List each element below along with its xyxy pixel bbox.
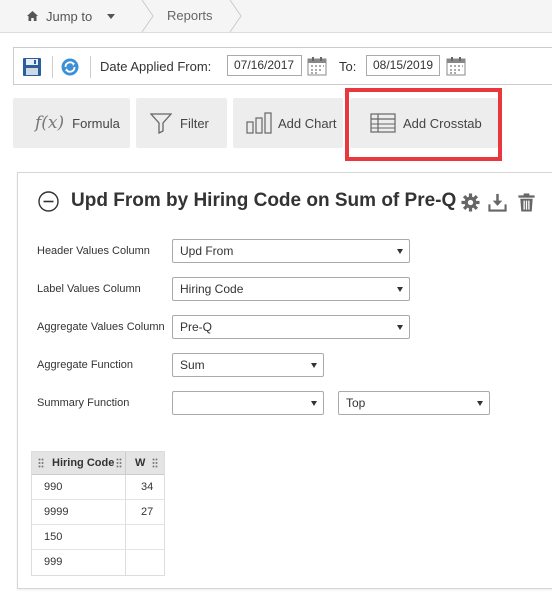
add-chart-button[interactable]: Add Chart bbox=[233, 98, 343, 148]
chevron-down-icon bbox=[107, 13, 116, 19]
column-header-label: W bbox=[135, 457, 146, 469]
highlight-box bbox=[345, 88, 502, 161]
chevron-down-icon bbox=[477, 401, 483, 406]
jump-to-label: Jump to bbox=[46, 8, 93, 24]
table-row: 9999 27 bbox=[32, 500, 164, 525]
download-icon[interactable] bbox=[488, 193, 507, 212]
jump-to-dropdown[interactable]: Jump to bbox=[0, 0, 142, 32]
column-header-w[interactable]: W bbox=[126, 452, 164, 474]
crosstab-grid: Hiring Code W 990 34 9999 27 150 999 bbox=[31, 451, 165, 576]
aggregate-function-value: Sum bbox=[180, 358, 205, 372]
aggregate-values-label: Aggregate Values Column bbox=[37, 321, 165, 333]
refresh-icon[interactable] bbox=[61, 58, 79, 76]
filter-label: Filter bbox=[180, 115, 209, 131]
drag-handle-icon[interactable] bbox=[116, 458, 122, 468]
chevron-down-icon bbox=[311, 363, 317, 368]
panel-title: Upd From by Hiring Code on Sum of Pre-Q bbox=[71, 190, 457, 211]
grid-header: Hiring Code W bbox=[32, 452, 164, 475]
collapse-icon[interactable] bbox=[38, 191, 59, 212]
table-cell bbox=[126, 550, 164, 575]
breadcrumb-separator bbox=[141, 0, 154, 32]
chevron-down-icon bbox=[397, 287, 403, 292]
drag-handle-icon[interactable] bbox=[38, 458, 44, 468]
date-to-input[interactable]: 08/15/2019 bbox=[366, 55, 440, 76]
breadcrumb-separator bbox=[229, 0, 242, 32]
table-row: 990 34 bbox=[32, 475, 164, 500]
home-icon bbox=[27, 11, 38, 21]
date-from-label: Date Applied From: bbox=[100, 59, 212, 74]
summary-position-value: Top bbox=[346, 396, 366, 410]
breadcrumb-reports[interactable]: Reports bbox=[167, 0, 213, 32]
chevron-down-icon bbox=[397, 325, 403, 330]
formula-button[interactable]: f(x) Formula bbox=[13, 98, 130, 148]
table-cell: 150 bbox=[32, 525, 126, 549]
filter-icon bbox=[150, 113, 172, 134]
table-cell bbox=[126, 525, 164, 549]
gear-icon[interactable] bbox=[461, 193, 480, 212]
chevron-down-icon bbox=[311, 401, 317, 406]
date-from-input[interactable]: 07/16/2017 bbox=[227, 55, 302, 76]
function-icon: f(x) bbox=[35, 113, 65, 133]
date-to-label: To: bbox=[339, 59, 357, 74]
aggregate-function-label: Aggregate Function bbox=[37, 359, 134, 371]
summary-function-label: Summary Function bbox=[37, 397, 130, 409]
table-cell: 34 bbox=[141, 481, 154, 493]
label-values-label: Label Values Column bbox=[37, 283, 141, 295]
header-values-select[interactable]: Upd From bbox=[172, 239, 410, 263]
toolbar-divider bbox=[90, 56, 91, 78]
calendar-icon[interactable] bbox=[446, 56, 466, 76]
summary-function-select[interactable] bbox=[172, 391, 324, 415]
label-values-value: Hiring Code bbox=[180, 282, 244, 296]
header-values-label: Header Values Column bbox=[37, 245, 150, 257]
bar-chart-icon bbox=[246, 112, 272, 134]
column-header-label: Hiring Code bbox=[52, 457, 115, 469]
label-values-select[interactable]: Hiring Code bbox=[172, 277, 410, 301]
add-chart-label: Add Chart bbox=[278, 115, 337, 131]
table-row: 999 bbox=[32, 550, 164, 575]
filter-button[interactable]: Filter bbox=[136, 98, 227, 148]
summary-position-select[interactable]: Top bbox=[338, 391, 490, 415]
aggregate-function-select[interactable]: Sum bbox=[172, 353, 324, 377]
header-values-value: Upd From bbox=[180, 244, 234, 258]
trash-icon[interactable] bbox=[517, 193, 536, 212]
table-cell: 990 bbox=[32, 475, 126, 499]
formula-label: Formula bbox=[72, 115, 120, 131]
save-icon[interactable] bbox=[23, 58, 41, 76]
breadcrumb: Jump to Reports bbox=[0, 0, 552, 33]
toolbar-divider bbox=[52, 56, 53, 78]
aggregate-values-select[interactable]: Pre-Q bbox=[172, 315, 410, 339]
aggregate-values-value: Pre-Q bbox=[180, 320, 213, 334]
table-cell: 27 bbox=[141, 506, 154, 518]
table-row: 150 bbox=[32, 525, 164, 550]
table-cell: 999 bbox=[32, 550, 126, 575]
table-cell: 9999 bbox=[32, 500, 126, 524]
drag-handle-icon[interactable] bbox=[152, 458, 158, 468]
report-toolbar: Date Applied From: 07/16/2017 To: 08/15/… bbox=[13, 47, 552, 85]
column-header-hiring-code[interactable]: Hiring Code bbox=[32, 452, 126, 474]
chevron-down-icon bbox=[397, 249, 403, 254]
calendar-icon[interactable] bbox=[307, 56, 327, 76]
